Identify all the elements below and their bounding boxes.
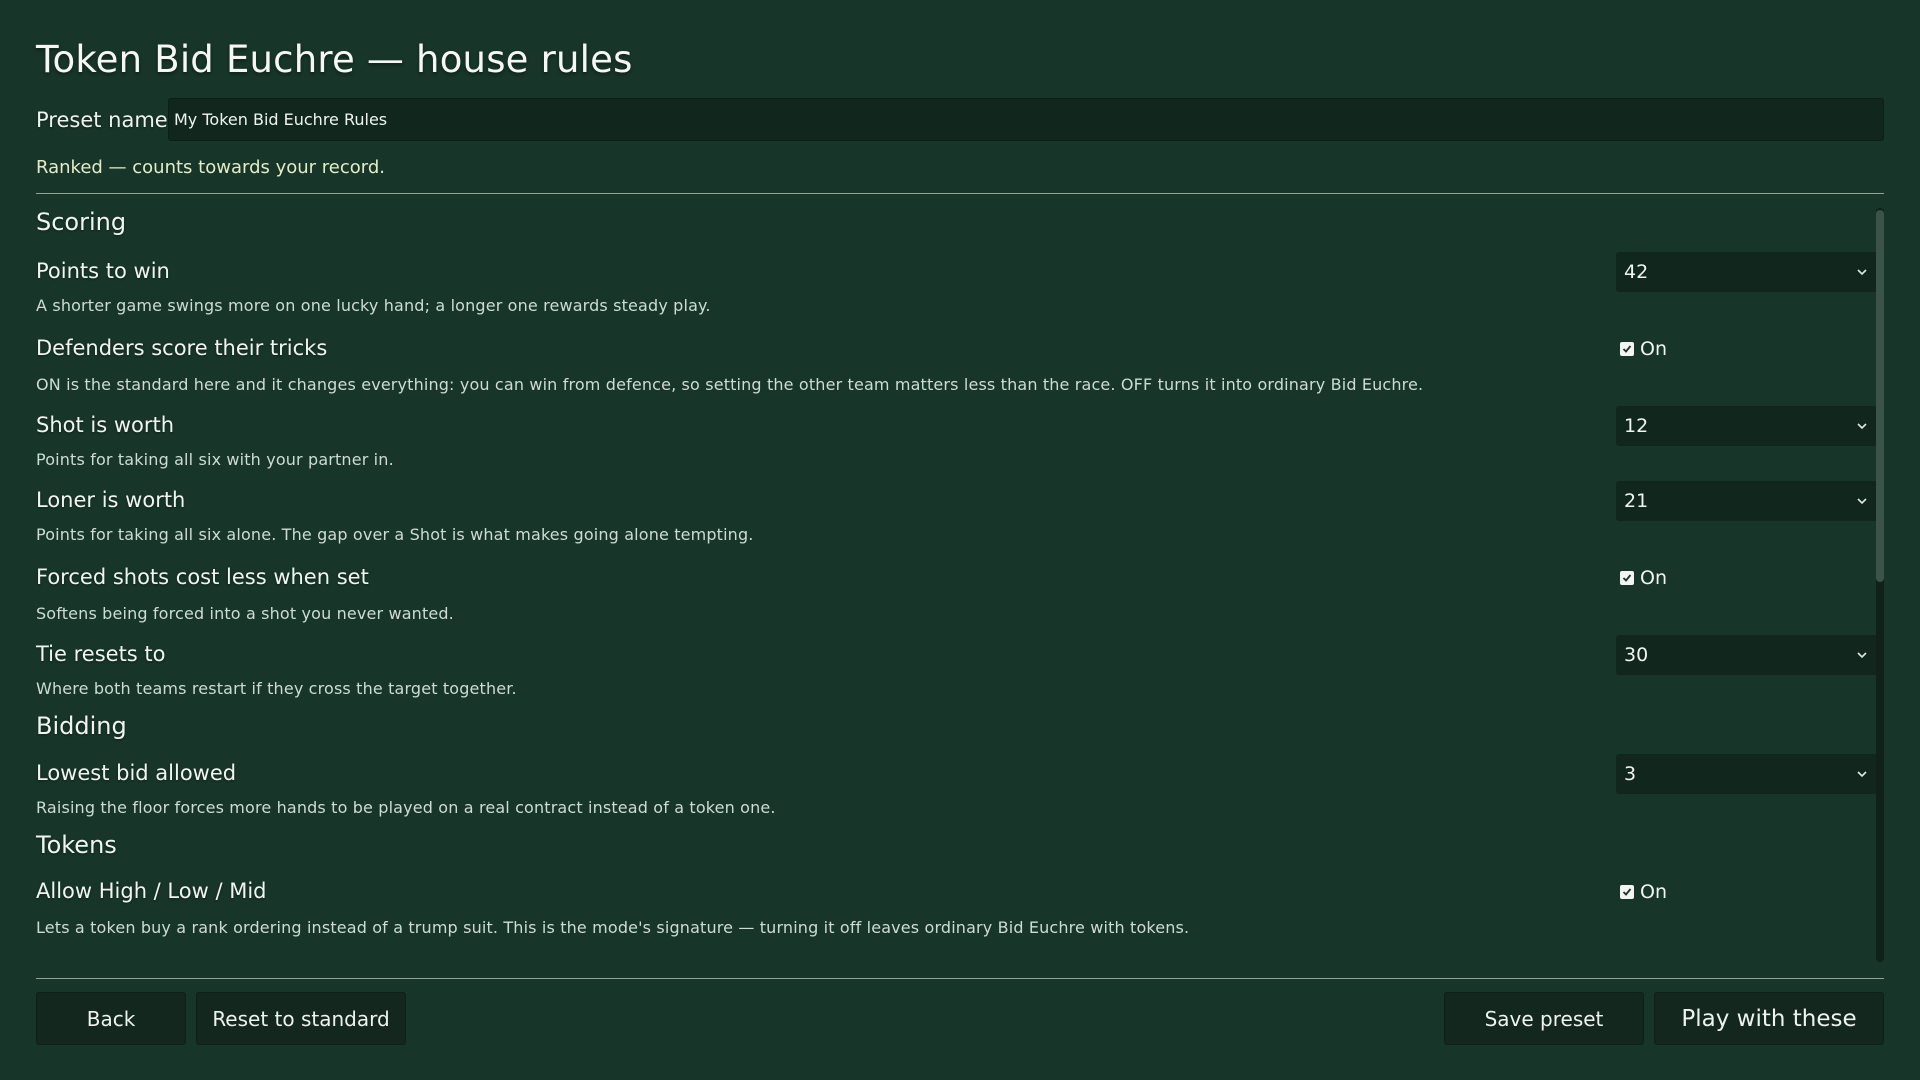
back-button[interactable]: Back xyxy=(36,992,186,1045)
defenders-score-description: ON is the standard here and it changes e… xyxy=(36,375,1424,394)
section-heading-bidding: Bidding xyxy=(36,712,127,740)
forced-shots-toggle[interactable]: On xyxy=(1620,567,1667,589)
preset-name-row: Preset name xyxy=(36,98,1884,141)
tie-resets-label: Tie resets to xyxy=(36,642,166,666)
preset-name-input[interactable] xyxy=(168,98,1884,141)
lowest-bid-description: Raising the floor forces more hands to b… xyxy=(36,798,776,817)
settings-scroll-area[interactable]: Scoring Points to win A shorter game swi… xyxy=(36,194,1884,964)
check-icon xyxy=(1620,885,1634,899)
loner-worth-label: Loner is worth xyxy=(36,488,186,512)
allow-hlm-state: On xyxy=(1640,881,1667,903)
points-to-win-description: A shorter game swings more on one lucky … xyxy=(36,296,711,315)
defenders-score-toggle[interactable]: On xyxy=(1620,338,1667,360)
points-to-win-select[interactable]: 42 xyxy=(1616,252,1878,292)
section-heading-tokens: Tokens xyxy=(36,831,117,859)
defenders-score-label: Defenders score their tricks xyxy=(36,336,328,360)
lowest-bid-label: Lowest bid allowed xyxy=(36,761,237,785)
chevron-down-icon xyxy=(1857,652,1867,659)
tie-resets-value: 30 xyxy=(1624,644,1649,666)
forced-shots-state: On xyxy=(1640,567,1667,589)
points-to-win-value: 42 xyxy=(1624,261,1649,283)
house-rules-screen: Token Bid Euchre — house rules Preset na… xyxy=(0,0,1920,1080)
tie-resets-select[interactable]: 30 xyxy=(1616,635,1878,675)
shot-worth-select[interactable]: 12 xyxy=(1616,406,1878,446)
loner-worth-description: Points for taking all six alone. The gap… xyxy=(36,525,754,544)
allow-hlm-toggle[interactable]: On xyxy=(1620,881,1667,903)
section-heading-scoring: Scoring xyxy=(36,208,127,236)
chevron-down-icon xyxy=(1857,423,1867,430)
chevron-down-icon xyxy=(1857,771,1867,778)
chevron-down-icon xyxy=(1857,269,1867,276)
forced-shots-label: Forced shots cost less when set xyxy=(36,565,369,589)
defenders-score-state: On xyxy=(1640,338,1667,360)
shot-worth-label: Shot is worth xyxy=(36,413,175,437)
lowest-bid-value: 3 xyxy=(1624,763,1637,785)
check-icon xyxy=(1620,571,1634,585)
reset-to-standard-button[interactable]: Reset to standard xyxy=(196,992,406,1045)
lowest-bid-select[interactable]: 3 xyxy=(1616,754,1878,794)
ranked-status-text: Ranked — counts towards your record. xyxy=(36,157,386,178)
shot-worth-value: 12 xyxy=(1624,415,1649,437)
allow-hlm-description: Lets a token buy a rank ordering instead… xyxy=(36,918,1190,937)
scrollbar-thumb[interactable] xyxy=(1876,210,1884,582)
shot-worth-description: Points for taking all six with your part… xyxy=(36,450,394,469)
tie-resets-description: Where both teams restart if they cross t… xyxy=(36,679,517,698)
bottom-divider xyxy=(36,978,1884,979)
page-title: Token Bid Euchre — house rules xyxy=(36,38,633,81)
preset-name-label: Preset name xyxy=(36,107,168,132)
points-to-win-label: Points to win xyxy=(36,259,170,283)
chevron-down-icon xyxy=(1857,498,1867,505)
check-icon xyxy=(1620,342,1634,356)
forced-shots-description: Softens being forced into a shot you nev… xyxy=(36,604,454,623)
play-with-these-button[interactable]: Play with these xyxy=(1654,992,1884,1045)
loner-worth-select[interactable]: 21 xyxy=(1616,481,1878,521)
loner-worth-value: 21 xyxy=(1624,490,1649,512)
save-preset-button[interactable]: Save preset xyxy=(1444,992,1644,1045)
allow-hlm-label: Allow High / Low / Mid xyxy=(36,879,267,903)
